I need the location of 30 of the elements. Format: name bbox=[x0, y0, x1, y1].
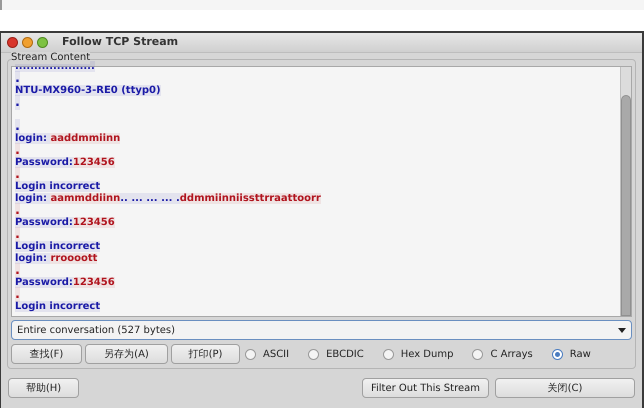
radio-button[interactable] bbox=[472, 348, 484, 360]
stream-line: Password:123456 bbox=[15, 157, 115, 169]
radio-button[interactable] bbox=[382, 348, 394, 360]
radio-label: ASCII bbox=[263, 348, 290, 362]
minimize-window-icon[interactable] bbox=[22, 37, 33, 48]
stream-line: login: aammddiinn.. ... ... ... .ddmmiinniissttrraattoorr bbox=[15, 193, 321, 205]
frame-label: Stream Content bbox=[11, 52, 90, 64]
action-button[interactable]: 查找(F) bbox=[11, 344, 82, 364]
radio-button[interactable] bbox=[245, 348, 256, 360]
radio-label: Hex Dump bbox=[400, 348, 454, 362]
stream-line: Password:123456 bbox=[15, 217, 115, 229]
stream-line: login: rroooott bbox=[15, 253, 98, 265]
stream-line: Password:123456 bbox=[15, 277, 115, 289]
action-button[interactable]: 另存为(A) bbox=[85, 344, 168, 364]
scrollbar[interactable] bbox=[620, 67, 631, 316]
filter-out-stream-button[interactable]: Filter Out This Stream bbox=[362, 378, 489, 398]
dropdown-caret-icon bbox=[618, 328, 626, 332]
radio-label: Raw bbox=[570, 348, 591, 362]
maximize-window-icon[interactable] bbox=[37, 37, 48, 48]
radio-label: C Arrays bbox=[490, 348, 533, 362]
conversation-dropdown[interactable]: Entire conversation (527 bytes) bbox=[11, 320, 632, 340]
window-title: Follow TCP Stream bbox=[62, 34, 178, 50]
radio-button[interactable] bbox=[308, 348, 320, 360]
action-button[interactable]: 打印(P) bbox=[171, 344, 240, 364]
radio-label: EBCDIC bbox=[326, 348, 364, 362]
close-window-icon[interactable] bbox=[7, 37, 18, 48]
stream-line: login: aaddmmiinn bbox=[15, 133, 120, 145]
radio-button[interactable] bbox=[552, 348, 563, 360]
help-button[interactable]: 帮助(H) bbox=[8, 378, 79, 398]
close-button[interactable]: 关闭(C) bbox=[495, 378, 635, 398]
